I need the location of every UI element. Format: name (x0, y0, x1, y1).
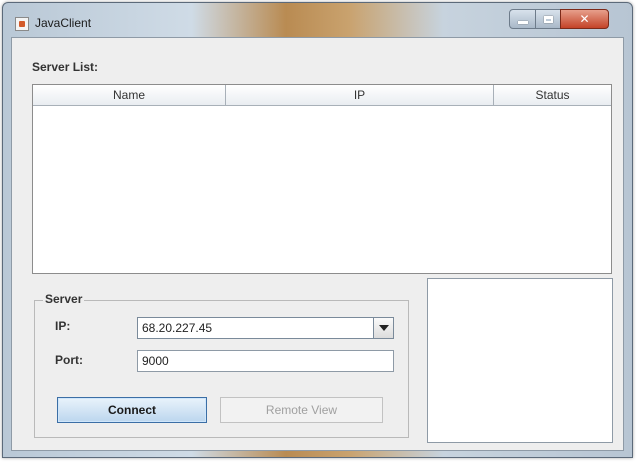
minimize-button[interactable] (509, 9, 536, 29)
column-header-status[interactable]: Status (494, 85, 611, 105)
ip-combobox-value[interactable]: 68.20.227.45 (142, 321, 212, 335)
chevron-down-icon[interactable] (373, 318, 393, 338)
server-groupbox: Server IP: 68.20.227.45 Port: 9000 Conne… (34, 292, 409, 438)
title-bar[interactable]: JavaClient ✕ (3, 3, 632, 37)
window-title: JavaClient (35, 16, 92, 30)
server-group-title: Server (43, 292, 85, 306)
port-input[interactable]: 9000 (137, 350, 394, 372)
remote-view-button[interactable]: Remote View (220, 397, 383, 423)
close-icon: ✕ (579, 12, 590, 26)
column-header-ip[interactable]: IP (226, 85, 494, 105)
server-list-label: Server List: (32, 60, 99, 74)
ip-label: IP: (55, 319, 71, 333)
server-list-table[interactable]: Name IP Status (32, 84, 612, 274)
close-button[interactable]: ✕ (560, 9, 609, 29)
server-list-header: Name IP Status (33, 85, 611, 106)
column-header-name[interactable]: Name (33, 85, 226, 105)
java-app-icon (15, 17, 29, 31)
connect-button[interactable]: Connect (57, 397, 207, 423)
window-content: Server List: Name IP Status Server IP: 6… (11, 37, 624, 451)
maximize-button[interactable] (535, 9, 561, 29)
ip-combobox[interactable]: 68.20.227.45 (137, 317, 394, 339)
port-label: Port: (55, 353, 83, 367)
remote-view-panel (427, 278, 613, 443)
app-window: JavaClient ✕ Server List: Name IP Status… (2, 2, 633, 458)
